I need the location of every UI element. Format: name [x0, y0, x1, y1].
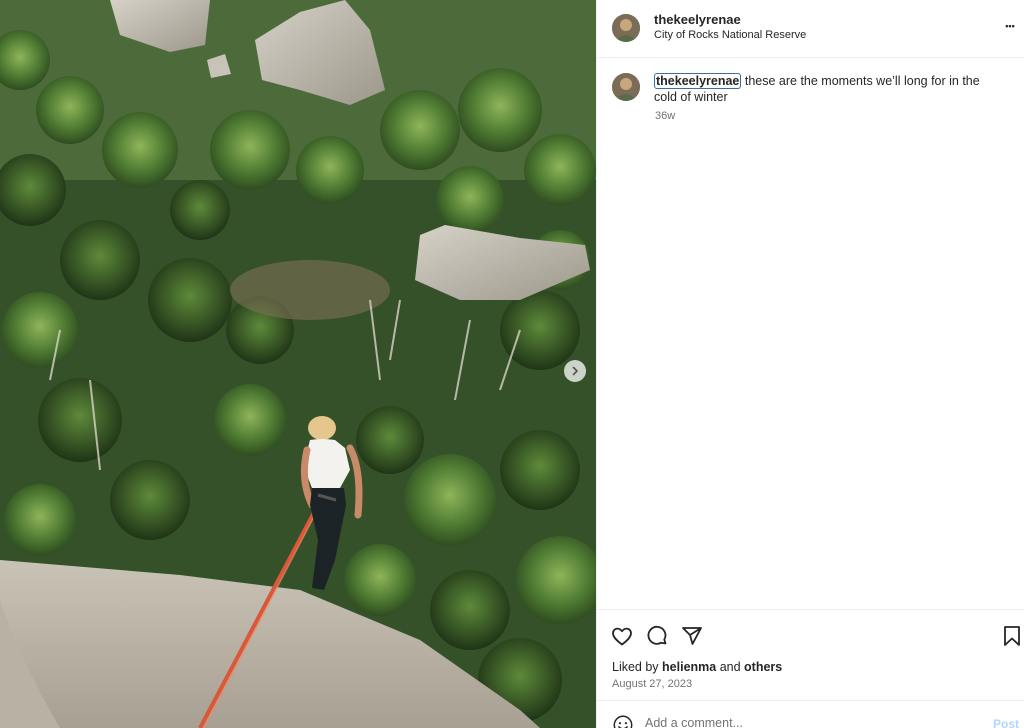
caption-timestamp[interactable]: 36w — [655, 110, 675, 122]
more-options-button[interactable]: ••• — [999, 14, 1021, 36]
next-photo-button[interactable] — [564, 360, 586, 382]
comment-input[interactable] — [645, 714, 965, 728]
post-header: thekeelyrenae City of Rocks National Res… — [597, 0, 1024, 58]
chevron-right-icon — [572, 366, 578, 376]
avatar-image — [612, 14, 640, 42]
comment-icon[interactable] — [645, 624, 669, 648]
post-author-username[interactable]: thekeelyrenae — [654, 12, 741, 27]
caption-username-link[interactable]: thekeelyrenae — [654, 73, 742, 89]
liked-prefix: Liked by — [612, 660, 663, 674]
liked-user-link[interactable]: helienma — [662, 660, 716, 674]
post-comment-button[interactable]: Post — [993, 717, 1019, 728]
comment-bar: Post — [597, 700, 1024, 728]
post-side-panel: thekeelyrenae City of Rocks National Res… — [596, 0, 1024, 728]
post-date: August 27, 2023 — [612, 678, 693, 690]
avatar-image — [612, 73, 640, 101]
caption-text-block: thekeelyrenae these are the moments we’l… — [654, 73, 1004, 105]
caption-avatar[interactable] — [612, 73, 640, 101]
more-horizontal-icon: ••• — [1005, 21, 1015, 31]
liked-middle: and — [716, 660, 745, 674]
liked-by-line: Liked by helienma and others — [612, 660, 782, 674]
avatar[interactable] — [612, 14, 640, 42]
post-photo[interactable] — [0, 0, 596, 728]
heart-icon[interactable] — [610, 624, 634, 648]
bookmark-icon[interactable] — [1000, 624, 1024, 648]
climber-photo — [0, 0, 596, 728]
liked-others-link[interactable]: others — [744, 660, 782, 674]
emoji-icon[interactable] — [612, 714, 634, 728]
post-location[interactable]: City of Rocks National Reserve — [654, 29, 806, 41]
share-icon[interactable] — [680, 624, 704, 648]
